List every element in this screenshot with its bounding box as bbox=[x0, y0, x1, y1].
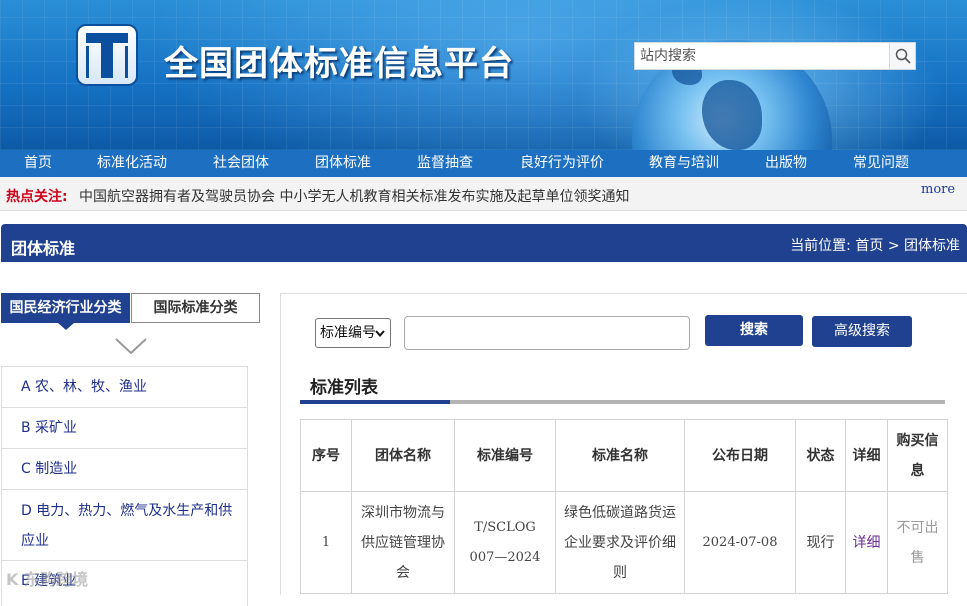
site-logo[interactable] bbox=[76, 24, 138, 86]
cell-org: 深圳市物流与供应链管理协会 bbox=[351, 491, 455, 594]
nav-item-good-behavior[interactable]: 良好行为评价 bbox=[520, 150, 604, 177]
cell-code: T/SCLOG 007—2024 bbox=[454, 491, 556, 594]
nav-item-standardization[interactable]: 标准化活动 bbox=[97, 150, 167, 177]
cell-index: 1 bbox=[300, 491, 352, 594]
chevron-down-icon bbox=[375, 330, 385, 337]
category-label: B 采矿业 bbox=[21, 420, 78, 436]
active-tab-pointer bbox=[58, 323, 74, 330]
chevron-down-icon[interactable] bbox=[114, 336, 148, 356]
hot-news-label: 热点关注: bbox=[6, 189, 68, 205]
search-field-select-value: 标准编号 bbox=[320, 325, 376, 341]
hot-news-bar: 热点关注: 中国航空器拥有者及驾驶员协会 中小学无人机教育相关标准发布实施及起草… bbox=[0, 177, 967, 211]
nav-item-faq[interactable]: 常见问题 bbox=[853, 150, 909, 177]
search-field-select[interactable]: 标准编号 bbox=[315, 318, 391, 348]
category-item-d[interactable]: D 电力、热力、燃气及水生产和供应业 bbox=[2, 490, 247, 561]
site-search-button[interactable] bbox=[889, 43, 915, 69]
site-search-input[interactable] bbox=[635, 43, 889, 69]
nav-item-supervision[interactable]: 监督抽查 bbox=[417, 150, 473, 177]
cell-name: 绿色低碳道路货运企业要求及评价细则 bbox=[555, 491, 685, 594]
nav-item-home[interactable]: 首页 bbox=[24, 150, 52, 177]
nav-item-social-groups[interactable]: 社会团体 bbox=[213, 150, 269, 177]
nav-item-group-standards[interactable]: 团体标准 bbox=[315, 150, 371, 177]
watermark: K 东购跨境 bbox=[6, 570, 88, 589]
column-header: 序号 bbox=[300, 419, 352, 492]
hot-news-more-link[interactable]: more bbox=[921, 182, 955, 197]
tab-industry-classification[interactable]: 国民经济行业分类 bbox=[1, 293, 130, 323]
keyword-input[interactable] bbox=[404, 316, 690, 350]
table-row: 1 深圳市物流与供应链管理协会 T/SCLOG 007—2024 绿色低碳道路货… bbox=[300, 491, 948, 594]
category-label: C 制造业 bbox=[21, 461, 78, 477]
list-title: 标准列表 bbox=[310, 378, 378, 398]
cell-purchase: 不可出售 bbox=[887, 491, 948, 594]
site-search bbox=[634, 42, 916, 70]
cell-date: 2024-07-08 bbox=[684, 491, 796, 594]
breadcrumb-separator: > bbox=[887, 238, 900, 254]
column-header: 公布日期 bbox=[684, 419, 796, 492]
category-item-b[interactable]: B 采矿业 bbox=[2, 408, 247, 449]
category-label: A 农、林、牧、渔业 bbox=[21, 379, 148, 395]
category-item-a[interactable]: A 农、林、牧、渔业 bbox=[2, 367, 247, 408]
column-header: 标准编号 bbox=[454, 419, 556, 492]
standards-table: 序号 团体名称 标准编号 标准名称 公布日期 状态 详细 购买信息 1 深圳市物… bbox=[300, 419, 948, 594]
search-button[interactable]: 搜索 bbox=[705, 315, 803, 346]
breadcrumb-prefix: 当前位置: bbox=[790, 238, 851, 254]
header-banner: 全国团体标准信息平台 bbox=[0, 0, 967, 150]
table-header-row: 序号 团体名称 标准编号 标准名称 公布日期 状态 详细 购买信息 bbox=[300, 419, 948, 492]
detail-link[interactable]: 详细 bbox=[845, 491, 888, 594]
advanced-search-button[interactable]: 高级搜索 bbox=[812, 316, 912, 347]
breadcrumb-current[interactable]: 团体标准 bbox=[904, 238, 960, 254]
column-header: 详细 bbox=[845, 419, 888, 492]
breadcrumb: 当前位置: 首页 > 团体标准 bbox=[790, 235, 960, 255]
category-label: D 电力、热力、燃气及水生产和供应业 bbox=[21, 503, 233, 549]
section-title: 团体标准 bbox=[11, 239, 76, 258]
list-title-underline-accent bbox=[300, 400, 450, 404]
nav-item-publications[interactable]: 出版物 bbox=[765, 150, 807, 177]
search-icon bbox=[895, 48, 911, 64]
section-header: 团体标准 当前位置: 首页 > 团体标准 bbox=[1, 224, 967, 262]
breadcrumb-home[interactable]: 首页 bbox=[855, 238, 883, 254]
tab-international-classification[interactable]: 国际标准分类 bbox=[131, 293, 260, 323]
site-title: 全国团体标准信息平台 bbox=[164, 44, 514, 84]
nav-item-education[interactable]: 教育与培训 bbox=[649, 150, 719, 177]
category-item-c[interactable]: C 制造业 bbox=[2, 449, 247, 490]
column-header: 标准名称 bbox=[555, 419, 685, 492]
column-header: 状态 bbox=[795, 419, 846, 492]
main-nav: 首页 标准化活动 社会团体 团体标准 监督抽查 良好行为评价 教育与培训 出版物… bbox=[0, 150, 967, 177]
column-header: 团体名称 bbox=[351, 419, 455, 492]
hot-news-link[interactable]: 中国航空器拥有者及驾驶员协会 中小学无人机教育相关标准发布实施及起草单位领奖通知 bbox=[79, 186, 629, 206]
column-header: 购买信息 bbox=[887, 419, 948, 492]
cell-status: 现行 bbox=[795, 491, 846, 594]
